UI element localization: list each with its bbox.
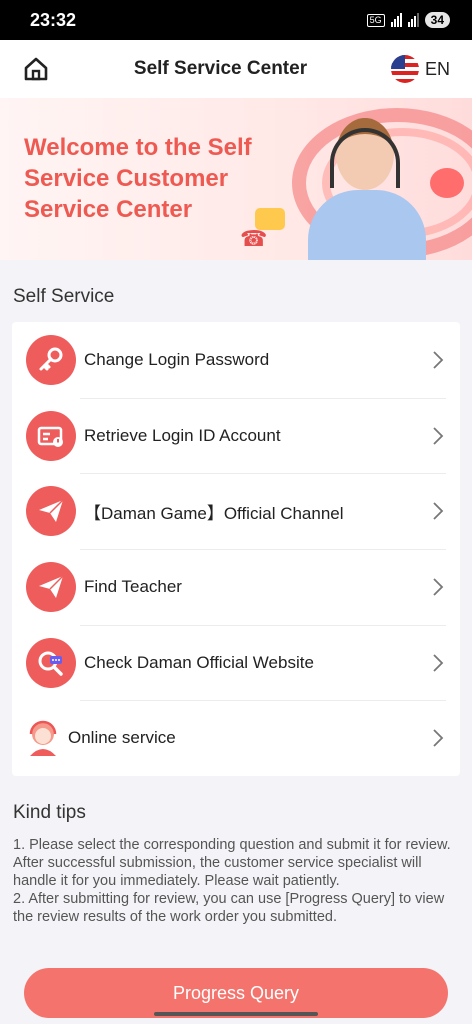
online-service-item[interactable]: Online service — [12, 700, 460, 776]
item-label: Find Teacher — [84, 576, 182, 596]
official-website-item[interactable]: Check Daman Official Website — [12, 624, 460, 701]
robot-bubble-icon — [430, 168, 464, 198]
language-label: EN — [424, 58, 450, 79]
tip-paragraph: 1. Please select the corresponding quest… — [13, 837, 451, 890]
support-agent-illustration — [302, 110, 432, 260]
chevron-right-icon — [430, 575, 446, 599]
item-label: Change Login Password — [84, 349, 270, 369]
banner-line: Service Customer — [24, 165, 229, 192]
id-card-icon — [26, 410, 76, 461]
signal-icon — [390, 13, 402, 27]
chevron-right-icon — [430, 424, 446, 448]
phone-icon: ☎ — [240, 226, 268, 251]
language-selector[interactable]: EN — [390, 55, 450, 83]
search-chat-icon — [26, 637, 76, 688]
status-icons: 5G 34 — [366, 12, 450, 28]
item-label: Retrieve Login ID Account — [84, 425, 281, 445]
home-indicator[interactable] — [154, 1012, 318, 1016]
chevron-right-icon — [430, 651, 446, 675]
home-button[interactable] — [22, 55, 50, 83]
progress-query-button[interactable]: Progress Query — [24, 968, 448, 1018]
network-type: 5G — [366, 13, 385, 27]
paper-plane-icon — [26, 561, 76, 612]
status-bar: 23:32 5G 34 — [0, 0, 472, 40]
chevron-right-icon — [430, 499, 446, 523]
page-title: Self Service Center — [133, 58, 308, 79]
top-header: Self Service Center EN — [0, 40, 472, 98]
self-service-heading: Self Service — [13, 286, 115, 307]
tip-paragraph: 2. After submitting for review, you can … — [13, 891, 445, 926]
banner-line: Service Center — [24, 196, 193, 223]
official-channel-item[interactable]: 【Daman Game】Official Channel — [12, 473, 460, 549]
paper-plane-icon — [26, 486, 76, 537]
banner-line: Welcome to the Self — [24, 134, 252, 161]
kind-tips-heading: Kind tips — [13, 802, 86, 824]
find-teacher-item[interactable]: Find Teacher — [12, 549, 460, 625]
item-label: 【Daman Game】Official Channel — [84, 503, 344, 523]
chevron-right-icon — [430, 348, 446, 372]
item-label: Check Daman Official Website — [84, 652, 314, 672]
signal-icon — [407, 13, 419, 27]
self-service-list: Change Login Password Retrieve Login ID … — [12, 322, 460, 777]
status-time: 23:32 — [30, 9, 77, 30]
home-icon — [24, 57, 48, 81]
retrieve-login-id-item[interactable]: Retrieve Login ID Account — [12, 397, 460, 474]
support-agent-icon — [26, 718, 60, 758]
item-label: Online service — [68, 728, 176, 748]
change-password-item[interactable]: Change Login Password — [12, 322, 460, 398]
key-icon — [26, 334, 76, 385]
kind-tips-text: 1. Please select the corresponding quest… — [0, 836, 472, 926]
welcome-banner: Welcome to the Self Service Customer Ser… — [0, 98, 472, 260]
battery-indicator: 34 — [424, 12, 450, 28]
us-flag-icon — [390, 55, 419, 83]
chevron-right-icon — [430, 726, 446, 750]
banner-headline: Welcome to the Self Service Customer Ser… — [24, 132, 252, 225]
